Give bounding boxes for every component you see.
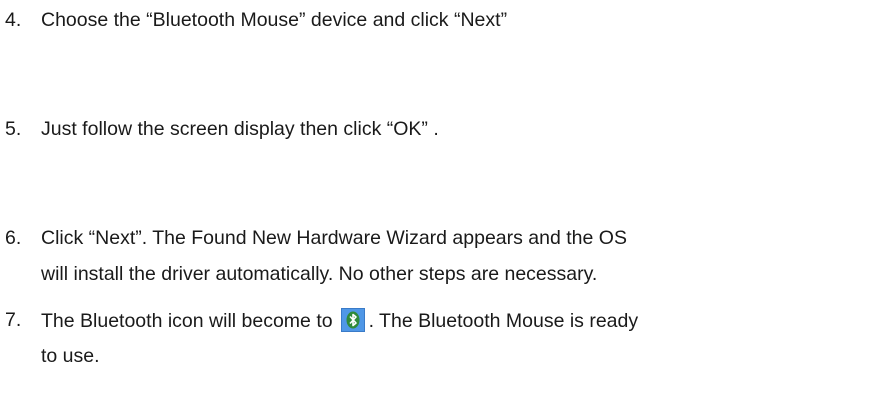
step-text-before-icon: The Bluetooth icon will become to xyxy=(41,310,333,332)
bluetooth-icon xyxy=(340,308,365,332)
step-text: to use. xyxy=(41,345,100,367)
step-number: 5. xyxy=(5,118,22,140)
step-text: Just follow the screen display then clic… xyxy=(41,118,439,140)
step-text: Choose the “Bluetooth Mouse” device and … xyxy=(41,9,508,31)
step-text: The Bluetooth icon will become to . The … xyxy=(41,308,638,333)
step-text: will install the driver automatically. N… xyxy=(41,263,598,285)
step-number: 4. xyxy=(5,9,22,31)
step-number: 6. xyxy=(5,227,22,249)
step-number: 7. xyxy=(5,309,22,331)
step-text: Click “Next”. The Found New Hardware Wiz… xyxy=(41,227,627,249)
step-text-after-icon: . The Bluetooth Mouse is ready xyxy=(368,310,639,332)
